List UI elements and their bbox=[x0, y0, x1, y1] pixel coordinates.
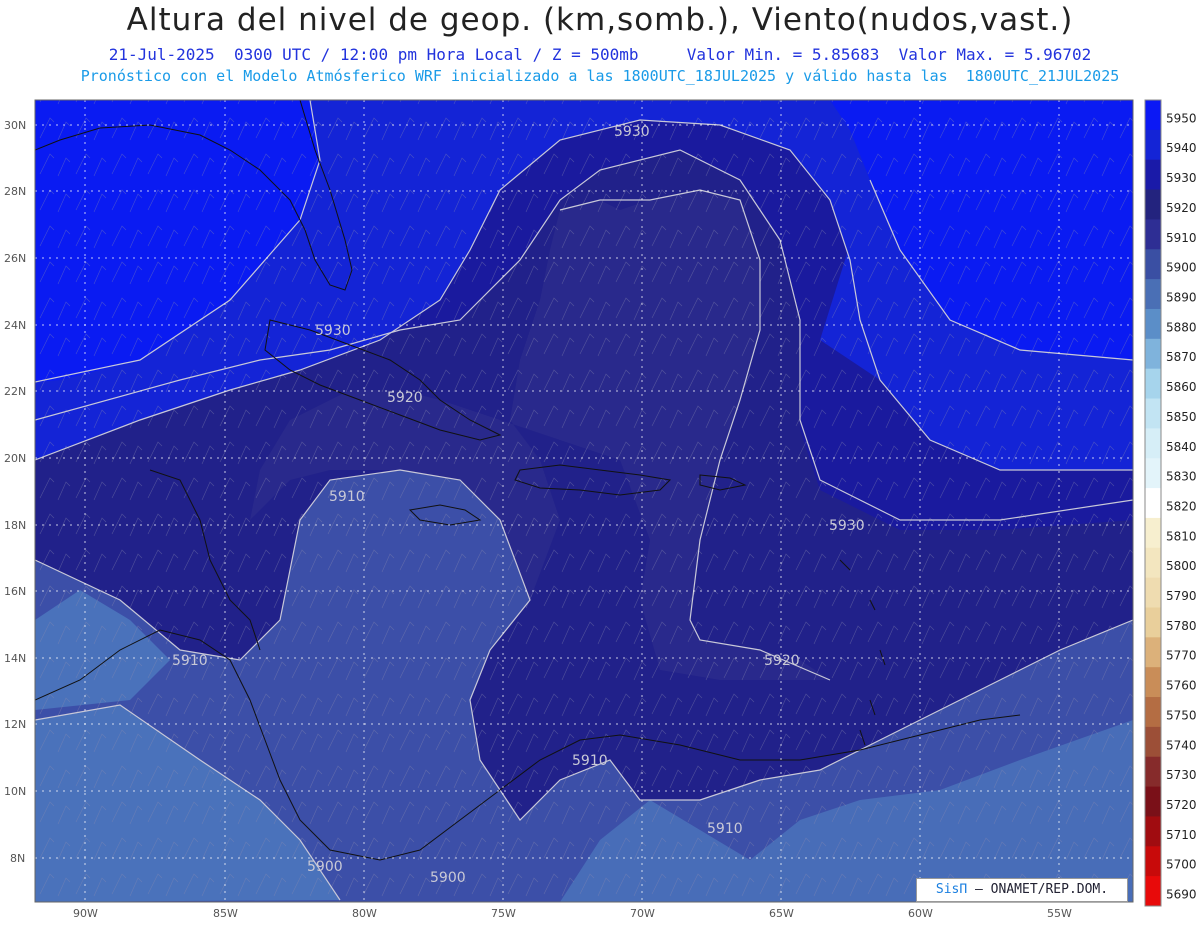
colorbar-swatch bbox=[1145, 786, 1161, 817]
colorbar-swatch bbox=[1145, 488, 1161, 519]
lat-label: 24N bbox=[4, 319, 26, 332]
lon-label: 55W bbox=[1047, 907, 1072, 920]
lat-label: 10N bbox=[4, 785, 26, 798]
colorbar-swatch bbox=[1145, 816, 1161, 847]
colorbar-label: 5840 bbox=[1166, 440, 1197, 454]
lon-label: 85W bbox=[213, 907, 238, 920]
colorbar-swatch bbox=[1145, 517, 1161, 549]
colorbar-swatch bbox=[1145, 368, 1161, 400]
colorbar-label: 5940 bbox=[1166, 141, 1197, 155]
credit-box: SisΠ – ONAMET/REP.DOM. bbox=[916, 878, 1128, 902]
colorbar-swatch bbox=[1145, 667, 1161, 698]
colorbar-swatch bbox=[1145, 338, 1161, 370]
colorbar-swatch bbox=[1145, 607, 1161, 638]
lat-label: 14N bbox=[4, 652, 26, 665]
colorbar-swatch bbox=[1145, 129, 1161, 161]
contour-label: 5920 bbox=[387, 390, 423, 406]
lat-label: 30N bbox=[4, 119, 26, 132]
colorbar-label: 5760 bbox=[1166, 679, 1197, 693]
lat-label: 28N bbox=[4, 185, 26, 198]
lat-label: 8N bbox=[10, 852, 25, 865]
colorbar-swatch bbox=[1145, 279, 1161, 310]
contour-label: 5900 bbox=[430, 870, 466, 886]
lat-label: 18N bbox=[4, 519, 26, 532]
contour-label: 5930 bbox=[614, 124, 650, 140]
colorbar-label: 5730 bbox=[1166, 768, 1197, 782]
latitude-axis: 30N 28N 26N 24N 22N 20N 18N 16N 14N 12N … bbox=[4, 119, 26, 865]
contour-label: 5930 bbox=[829, 518, 865, 534]
colorbar-swatch bbox=[1145, 756, 1161, 788]
colorbar-label: 5870 bbox=[1166, 350, 1197, 364]
credit-text: – ONAMET/REP.DOM. bbox=[975, 882, 1109, 897]
colorbar-swatch bbox=[1145, 428, 1161, 459]
colorbar-label: 5930 bbox=[1166, 171, 1197, 185]
colorbar-label: 5720 bbox=[1166, 798, 1197, 812]
colorbar-label: 5790 bbox=[1166, 589, 1197, 603]
colorbar-swatch bbox=[1145, 159, 1161, 191]
model-info-line: Pronóstico con el Modelo Atmósferico WRF… bbox=[0, 67, 1200, 85]
contour-label: 5910 bbox=[572, 753, 608, 769]
lat-label: 20N bbox=[4, 452, 26, 465]
lat-label: 26N bbox=[4, 252, 26, 265]
lat-label: 12N bbox=[4, 718, 26, 731]
wind-barbs bbox=[35, 100, 1133, 902]
colorbar-label: 5920 bbox=[1166, 201, 1197, 215]
lon-label: 60W bbox=[908, 907, 933, 920]
colorbar-swatch bbox=[1145, 726, 1161, 758]
colorbar-swatch bbox=[1145, 100, 1161, 131]
geopotential-map: 5930 5930 5930 5920 5920 5910 5910 5910 … bbox=[4, 99, 1197, 920]
colorbar-label: 5710 bbox=[1166, 828, 1197, 842]
colorbar-label: 5910 bbox=[1166, 231, 1197, 245]
colorbar-label: 5890 bbox=[1166, 291, 1197, 305]
contour-label: 5900 bbox=[307, 859, 343, 875]
lon-label: 70W bbox=[630, 907, 655, 920]
lon-label: 90W bbox=[73, 907, 98, 920]
longitude-axis: 90W 85W 80W 75W 70W 65W 60W 55W bbox=[73, 907, 1072, 920]
colorbar-swatch bbox=[1145, 577, 1161, 608]
colorbar-label: 5780 bbox=[1166, 619, 1197, 633]
colorbar-label: 5950 bbox=[1166, 111, 1197, 125]
colorbar-label: 5740 bbox=[1166, 738, 1197, 752]
contour-label: 5910 bbox=[707, 821, 743, 837]
colorbar-label: 5690 bbox=[1166, 888, 1197, 902]
colorbar-label: 5830 bbox=[1166, 470, 1197, 484]
forecast-time-line: 21-Jul-2025 0300 UTC / 12:00 pm Hora Loc… bbox=[0, 45, 1200, 64]
colorbar-label: 5750 bbox=[1166, 708, 1197, 722]
colorbar-label: 5900 bbox=[1166, 261, 1197, 275]
colorbar-swatch bbox=[1145, 189, 1161, 220]
lon-label: 80W bbox=[352, 907, 377, 920]
colorbar-label: 5810 bbox=[1166, 529, 1197, 543]
contour-label: 5920 bbox=[764, 653, 800, 669]
contour-label: 5910 bbox=[172, 653, 208, 669]
colorbar-swatch bbox=[1145, 846, 1161, 877]
sispi-logo: SisΠ bbox=[935, 882, 968, 897]
colorbar: 5950 5940 5930 5920 5910 5900 5890 5880 5870 5860… bbox=[1144, 99, 1197, 907]
colorbar-swatch bbox=[1145, 697, 1161, 728]
lon-label: 65W bbox=[769, 907, 794, 920]
colorbar-label: 5800 bbox=[1166, 559, 1197, 573]
lat-label: 22N bbox=[4, 385, 26, 398]
colorbar-swatch bbox=[1145, 219, 1161, 250]
colorbar-label: 5880 bbox=[1166, 320, 1197, 334]
forecast-time-text: 21-Jul-2025 0300 UTC / 12:00 pm Hora Loc… bbox=[108, 45, 1092, 64]
colorbar-swatch bbox=[1145, 249, 1161, 280]
lon-label: 75W bbox=[491, 907, 516, 920]
colorbar-swatch bbox=[1145, 876, 1161, 907]
colorbar-label: 5860 bbox=[1166, 380, 1197, 394]
colorbar-label: 5770 bbox=[1166, 649, 1197, 663]
map-title: Altura del nivel de geop. (km,somb.), Vi… bbox=[126, 2, 1074, 38]
colorbar-swatch bbox=[1145, 547, 1161, 579]
colorbar-swatch bbox=[1145, 458, 1161, 489]
model-info-text: Pronóstico con el Modelo Atmósferico WRF… bbox=[80, 67, 1120, 85]
contour-label: 5930 bbox=[315, 323, 351, 339]
lat-label: 16N bbox=[4, 585, 26, 598]
colorbar-swatch bbox=[1145, 308, 1161, 340]
colorbar-label: 5820 bbox=[1166, 499, 1197, 513]
contour-label: 5910 bbox=[329, 489, 365, 505]
colorbar-swatch bbox=[1145, 637, 1161, 668]
colorbar-swatch bbox=[1145, 398, 1161, 429]
colorbar-label: 5850 bbox=[1166, 410, 1197, 424]
colorbar-label: 5700 bbox=[1166, 858, 1197, 872]
map-field: 5930 5930 5930 5920 5920 5910 5910 5910 … bbox=[35, 100, 1133, 902]
